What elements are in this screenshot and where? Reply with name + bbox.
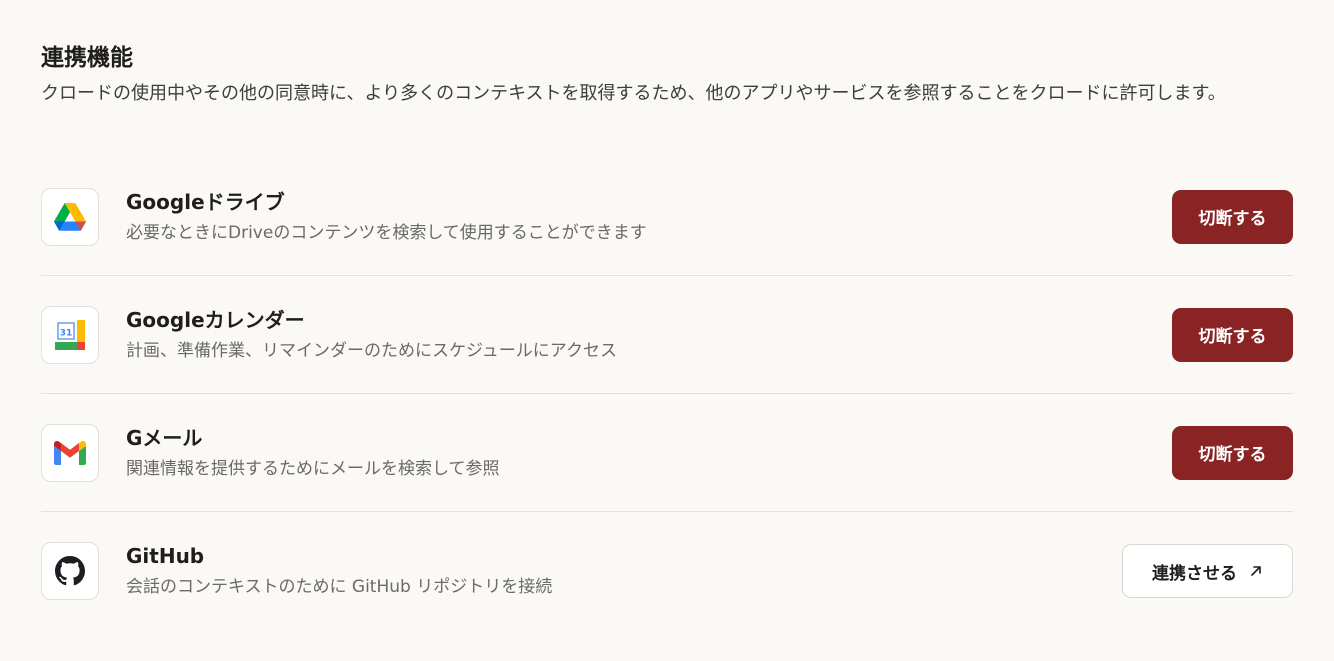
integration-row-gmail: Gメール 関連情報を提供するためにメールを検索して参照 切断する (41, 394, 1293, 512)
section-description: クロードの使用中やその他の同意時に、より多くのコンテキストを取得するため、他のア… (41, 83, 1226, 104)
integration-description: 関連情報を提供するためにメールを検索して参照 (126, 458, 500, 479)
integrations-list: Googleドライブ 必要なときにDriveのコンテンツを検索して使用することが… (41, 158, 1293, 630)
integration-name: GitHub (126, 544, 205, 568)
integration-text: Gメール 関連情報を提供するためにメールを検索して参照 (126, 424, 1172, 482)
integration-row-google-drive: Googleドライブ 必要なときにDriveのコンテンツを検索して使用することが… (41, 158, 1293, 276)
integration-row-github: GitHub 会話のコンテキストのために GitHub リポジトリを接続 連携さ… (41, 512, 1293, 630)
integration-text: Googleドライブ 必要なときにDriveのコンテンツを検索して使用することが… (126, 188, 1172, 246)
connect-button-label: 連携させる (1152, 563, 1237, 584)
integration-name: Googleドライブ (126, 189, 285, 214)
disconnect-gmail-button[interactable]: 切断する (1172, 425, 1293, 480)
integration-description: 会話のコンテキストのために GitHub リポジトリを接続 (126, 577, 553, 597)
connect-github-button[interactable]: 連携させる (1122, 544, 1293, 598)
google-drive-icon (41, 187, 99, 246)
gmail-icon (41, 423, 99, 482)
integration-description: 計画、準備作業、リマインダーのためにスケジュールにアクセス (126, 340, 617, 361)
google-calendar-icon: 31 (41, 305, 99, 364)
disconnect-google-drive-button[interactable]: 切断する (1172, 189, 1293, 244)
integration-name: Googleカレンダー (126, 307, 305, 332)
integration-name: Gメール (126, 425, 203, 450)
github-icon (41, 542, 99, 600)
integrations-page: 連携機能 クロードの使用中やその他の同意時に、より多くのコンテキストを取得するた… (0, 0, 1334, 661)
integration-description: 必要なときにDriveのコンテンツを検索して使用することができます (126, 222, 647, 243)
disconnect-google-calendar-button[interactable]: 切断する (1172, 307, 1293, 362)
integration-text: GitHub 会話のコンテキストのために GitHub リポジトリを接続 (126, 542, 1122, 600)
integration-text: Googleカレンダー 計画、準備作業、リマインダーのためにスケジュールにアクセ… (126, 306, 1172, 364)
external-arrow-icon (1249, 564, 1263, 578)
calendar-date-text: 31 (60, 328, 73, 338)
integration-row-google-calendar: 31 Googleカレンダー 計画、準備作業、リマインダーのためにスケジュールに… (41, 276, 1293, 394)
section-title: 連携機能 (41, 45, 133, 71)
